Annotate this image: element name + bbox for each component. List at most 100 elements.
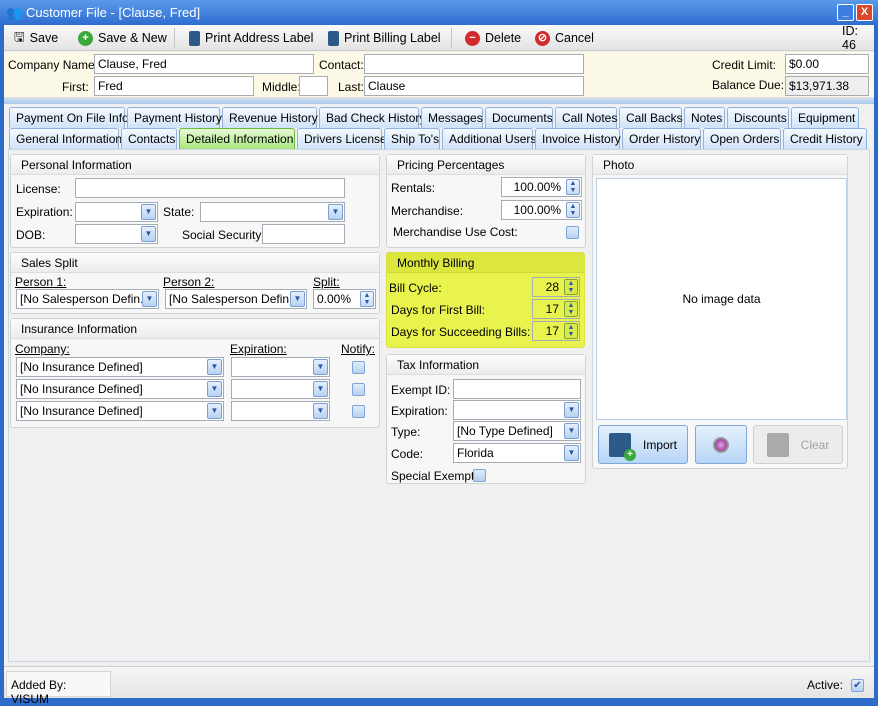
tab-order-history[interactable]: Order History	[622, 128, 701, 149]
printer-icon	[328, 30, 339, 46]
delete-button[interactable]: − Delete	[465, 29, 521, 47]
clear-photo-button[interactable]: Clear	[753, 425, 843, 464]
tax-expiration-picker[interactable]: ▼	[453, 400, 581, 420]
tab-ship-tos[interactable]: Ship To's	[384, 128, 440, 149]
chevron-down-icon[interactable]: ▼	[207, 381, 222, 397]
insurance-company-select[interactable]: [No Insurance Defined] ▼	[16, 379, 224, 399]
tab-row-1: Payment On File Info Payment History Rev…	[9, 107, 859, 128]
tab-equipment[interactable]: Equipment	[791, 107, 859, 128]
chevron-down-icon[interactable]: ▼	[564, 445, 579, 461]
notify-checkbox[interactable]	[352, 361, 365, 374]
webcam-icon	[713, 436, 729, 453]
merchandise-label: Merchandise:	[391, 204, 464, 218]
chevron-down-icon[interactable]: ▼	[290, 291, 305, 307]
middle-name-input[interactable]	[299, 76, 328, 96]
chevron-down-icon[interactable]: ▼	[328, 204, 343, 220]
days-succeeding-bills-spinner[interactable]: 17 ▲ ▼	[532, 321, 580, 341]
chevron-down-icon[interactable]: ▼	[564, 402, 579, 418]
tax-code-select[interactable]: Florida ▼	[453, 443, 581, 463]
chevron-down-icon[interactable]: ▼	[207, 403, 222, 419]
notify-checkbox[interactable]	[352, 383, 365, 396]
tab-additional-users[interactable]: Additional Users	[442, 128, 536, 149]
chevron-down-icon[interactable]: ▼	[207, 359, 222, 375]
rentals-spinner[interactable]: 100.00% ▲ ▼	[501, 177, 582, 197]
chevron-down-icon[interactable]: ▼	[313, 359, 328, 375]
chevron-down-icon[interactable]: ▼	[141, 226, 156, 242]
spinner-arrows-icon[interactable]: ▲ ▼	[564, 279, 578, 295]
chevron-down-icon[interactable]: ▼	[141, 204, 156, 220]
contact-input[interactable]	[364, 54, 584, 74]
notify-checkbox[interactable]	[352, 405, 365, 418]
tab-invoice-history[interactable]: Invoice History	[535, 128, 621, 149]
tab-bad-check-history[interactable]: Bad Check History	[319, 107, 425, 128]
print-billing-label-button[interactable]: Print Billing Label	[328, 29, 441, 47]
tab-discounts[interactable]: Discounts	[727, 107, 789, 128]
save-button[interactable]: 🖫 Save	[14, 29, 58, 47]
active-checkbox[interactable]: ✔	[851, 679, 864, 692]
insurance-company-select[interactable]: [No Insurance Defined] ▼	[16, 357, 224, 377]
insurance-expiration-picker[interactable]: ▼	[231, 379, 330, 399]
tab-messages[interactable]: Messages	[421, 107, 483, 128]
webcam-button[interactable]	[695, 425, 747, 464]
chevron-down-icon[interactable]: ▼	[313, 381, 328, 397]
print-address-label-button[interactable]: Print Address Label	[189, 29, 313, 47]
insurance-expiration-picker[interactable]: ▼	[231, 357, 330, 377]
person1-label: Person 1:	[15, 275, 67, 289]
close-button[interactable]: X	[856, 4, 873, 21]
tax-type-select[interactable]: [No Type Defined] ▼	[453, 421, 581, 441]
tab-payment-on-file-info[interactable]: Payment On File Info	[9, 107, 129, 128]
first-name-input[interactable]: Fred	[94, 76, 254, 96]
tab-revenue-history[interactable]: Revenue History	[222, 107, 318, 128]
insurance-row: [No Insurance Defined] ▼ ▼	[11, 356, 381, 378]
social-security-input[interactable]	[262, 224, 345, 244]
expiration-date-picker[interactable]: ▼	[75, 202, 158, 222]
splitter-handle[interactable]	[4, 98, 874, 104]
tab-call-notes[interactable]: Call Notes	[555, 107, 617, 128]
tab-general-information[interactable]: General Information	[9, 128, 122, 149]
chevron-down-icon[interactable]: ▼	[313, 403, 328, 419]
license-input[interactable]	[75, 178, 345, 198]
person2-select[interactable]: [No Salesperson Defin... ▼	[165, 289, 307, 309]
dob-label: DOB:	[16, 228, 46, 242]
last-name-input[interactable]: Clause	[364, 76, 584, 96]
special-exempt-checkbox[interactable]	[473, 469, 486, 482]
tab-credit-history[interactable]: Credit History	[783, 128, 867, 149]
tab-call-backs[interactable]: Call Backs	[619, 107, 683, 128]
chevron-down-icon[interactable]: ▼	[142, 291, 157, 307]
insurance-company-select[interactable]: [No Insurance Defined] ▼	[16, 401, 224, 421]
split-spinner[interactable]: 0.00% ▲ ▼	[313, 289, 376, 309]
tab-payment-history[interactable]: Payment History	[127, 107, 222, 128]
tab-notes[interactable]: Notes	[684, 107, 725, 128]
spinner-arrows-icon[interactable]: ▲ ▼	[360, 291, 374, 307]
window-body: 🖫 Save + Save & New Print Address Label Pr…	[4, 24, 874, 706]
insurance-information-group: Insurance Information Company: Expiratio…	[10, 318, 380, 428]
exempt-id-input[interactable]	[453, 379, 581, 399]
merchandise-spinner[interactable]: 100.00% ▲ ▼	[501, 200, 582, 220]
days-first-bill-spinner[interactable]: 17 ▲ ▼	[532, 299, 580, 319]
person1-select[interactable]: [No Salesperson Defin... ▼	[16, 289, 159, 309]
tab-contacts[interactable]: Contacts	[121, 128, 177, 149]
credit-limit-input[interactable]: $0.00	[785, 54, 869, 74]
dob-date-picker[interactable]: ▼	[75, 224, 158, 244]
insurance-expiration-picker[interactable]: ▼	[231, 401, 330, 421]
balance-due-label: Balance Due:	[712, 78, 785, 92]
tab-open-orders[interactable]: Open Orders	[703, 128, 781, 149]
company-name-input[interactable]: Clause, Fred	[94, 54, 314, 74]
tab-detailed-information[interactable]: Detailed Information	[179, 128, 295, 149]
minimize-button[interactable]: _	[837, 4, 854, 21]
import-photo-button[interactable]: + Import	[598, 425, 688, 464]
tab-drivers-license[interactable]: Drivers License	[297, 128, 387, 149]
bill-cycle-spinner[interactable]: 28 ▲ ▼	[532, 277, 580, 297]
spinner-arrows-icon[interactable]: ▲ ▼	[564, 301, 578, 317]
tab-documents[interactable]: Documents	[485, 107, 553, 128]
spinner-arrows-icon[interactable]: ▲ ▼	[564, 323, 578, 339]
chevron-down-icon[interactable]: ▼	[564, 423, 579, 439]
merchandise-use-cost-checkbox[interactable]	[566, 226, 579, 239]
state-select[interactable]: ▼	[200, 202, 345, 222]
spinner-arrows-icon[interactable]: ▲ ▼	[566, 179, 580, 195]
spinner-arrows-icon[interactable]: ▲ ▼	[566, 202, 580, 218]
first-label: First:	[62, 80, 89, 94]
cancel-button[interactable]: ⊘ Cancel	[535, 29, 594, 47]
save-new-button[interactable]: + Save & New	[78, 29, 167, 47]
exempt-id-label: Exempt ID:	[391, 383, 451, 397]
